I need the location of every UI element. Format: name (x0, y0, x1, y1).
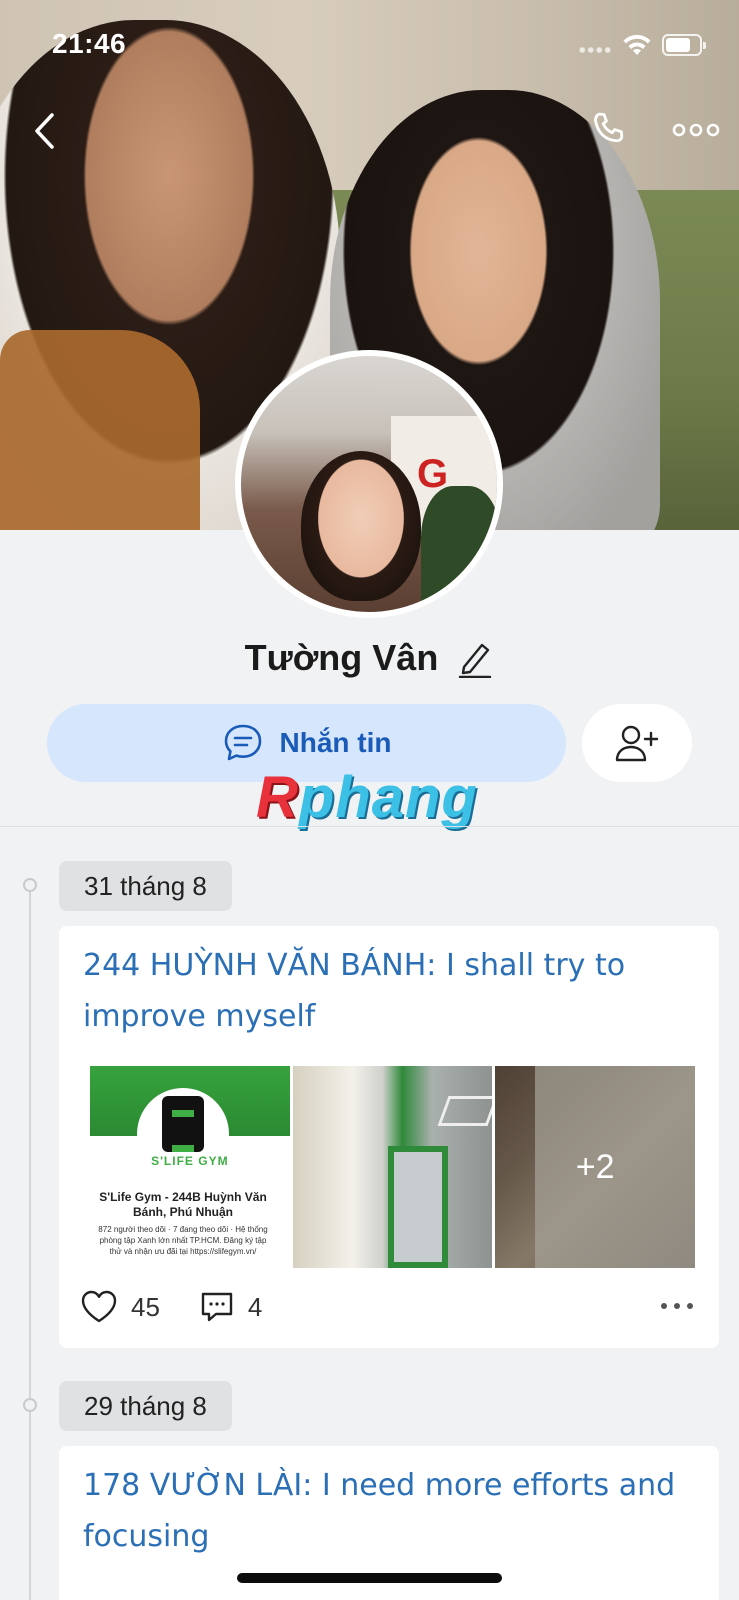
heart-icon (81, 1290, 117, 1323)
back-button[interactable] (24, 106, 64, 156)
photo-gym-name: S'Life Gym - 244B Huỳnh Văn Bánh, Phú Nh… (99, 1190, 267, 1219)
date-chip: 31 tháng 8 (59, 861, 232, 911)
add-friend-button[interactable] (582, 704, 692, 782)
watermark-r: R (256, 765, 299, 830)
comment-count: 4 (247, 1291, 263, 1322)
signal-dots-icon (578, 46, 612, 54)
avatar-face (301, 451, 421, 601)
post-title[interactable]: 244 HUỲNH VĂN BÁNH: I shall try to impro… (83, 940, 703, 1042)
profile-name-row: Tường Vân (0, 628, 739, 688)
section-divider (0, 826, 739, 827)
chat-bubble-icon (224, 724, 261, 761)
watermark-logo: Rphang (256, 764, 486, 830)
profile-name: Tường Vân (244, 637, 439, 678)
cover-bag (0, 330, 200, 530)
date-chip: 29 tháng 8 (59, 1381, 232, 1431)
photo-gym-meta: 872 người theo dõi · 7 đang theo dõi · H… (98, 1225, 268, 1256)
like-count: 45 (131, 1291, 160, 1322)
avatar[interactable]: G (235, 350, 503, 618)
post-title[interactable]: 178 VƯỜN LÀI: I need more efforts and fo… (83, 1460, 703, 1562)
comment-icon (201, 1292, 233, 1322)
chevron-left-icon (35, 113, 54, 149)
post-photo-2[interactable] (292, 1066, 493, 1268)
post-actions: 45 4 (81, 1286, 701, 1328)
watermark-rest: phang (298, 765, 478, 830)
post-photos: S'LIFE GYM S'Life Gym - 244B Huỳnh Văn B… (90, 1066, 696, 1268)
edit-name-button[interactable] (456, 639, 494, 678)
add-friend-icon (615, 725, 659, 762)
comment-button[interactable]: 4 (200, 1290, 262, 1324)
photo-light (437, 1096, 493, 1126)
timeline-dot (23, 878, 37, 892)
photo-brand: S'LIFE GYM (151, 1154, 229, 1168)
home-indicator[interactable] (237, 1573, 502, 1583)
more-horizontal-icon (672, 123, 720, 137)
post-photo-1[interactable]: S'LIFE GYM S'Life Gym - 244B Huỳnh Văn B… (90, 1066, 290, 1268)
avatar-bg-plant (421, 486, 497, 612)
like-button[interactable]: 45 (81, 1290, 160, 1324)
message-button-label: Nhắn tin (279, 727, 392, 758)
avatar-image: G (241, 356, 497, 612)
pencil-icon (459, 643, 492, 678)
more-options-button[interactable] (668, 112, 724, 148)
photo-elevator (387, 1146, 448, 1268)
battery-icon (662, 34, 706, 56)
post-card[interactable]: 244 HUỲNH VĂN BÁNH: I shall try to impro… (59, 926, 719, 1348)
status-bar: 21:46 (0, 0, 739, 90)
timeline-line (29, 885, 31, 1600)
post-more-button[interactable] (659, 1298, 695, 1316)
wifi-icon (623, 34, 651, 55)
more-horizontal-icon (661, 1303, 693, 1309)
call-button[interactable] (584, 104, 634, 154)
timeline-dot (23, 1398, 37, 1412)
status-time: 21:46 (52, 28, 127, 59)
post-photo-3[interactable]: +2 (495, 1066, 696, 1268)
more-photos-count: +2 (495, 1066, 696, 1268)
gym-logo-icon (162, 1096, 204, 1152)
phone-icon (594, 112, 624, 143)
